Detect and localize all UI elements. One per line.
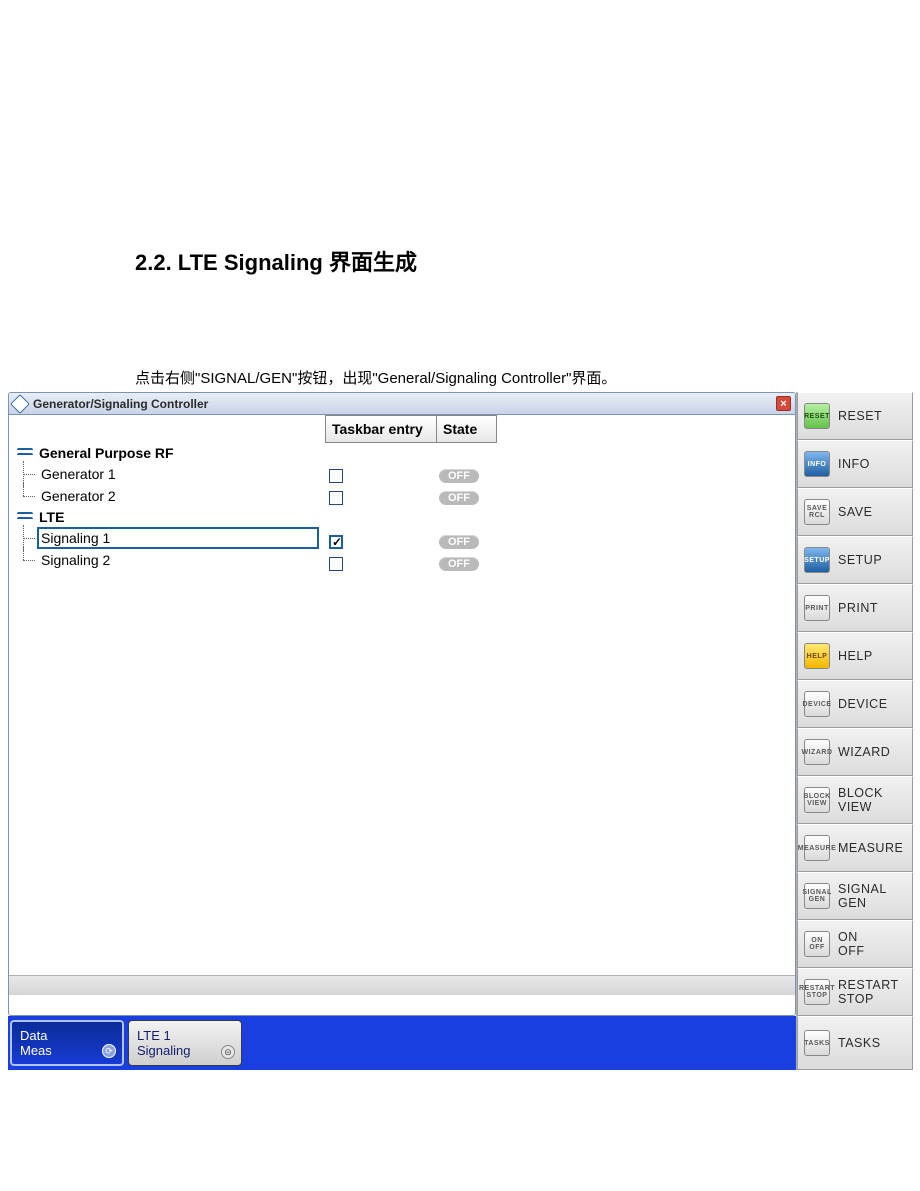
tree-item-label: Generator 1 <box>37 466 325 482</box>
softkey-label: SETUP <box>838 553 882 567</box>
tree-item-generator-2[interactable]: Generator 2 <box>9 485 325 507</box>
softkey-label: PRINT <box>838 601 878 615</box>
group-icon <box>17 447 33 459</box>
wizard-icon: WIZARD <box>804 739 830 765</box>
col-header-state: State <box>437 415 497 443</box>
softkey-label: MEASURE <box>838 841 903 855</box>
tree-group-label: General Purpose RF <box>39 445 174 461</box>
checkbox-signaling-2[interactable] <box>329 557 343 571</box>
tree-item-generator-1[interactable]: Generator 1 <box>9 463 325 485</box>
softkey-block-view-button[interactable]: BLOCK VIEW BLOCK VIEW <box>797 776 913 824</box>
state-pill-signaling-1[interactable]: OFF <box>439 535 479 549</box>
window-title: Generator/Signaling Controller <box>33 397 208 411</box>
tree-group-label: LTE <box>39 509 64 525</box>
data-row-signaling-2: OFF <box>325 553 795 575</box>
window-titlebar[interactable]: Generator/Signaling Controller × <box>9 393 795 415</box>
measure-icon: MEASURE <box>804 835 830 861</box>
data-row-spacer <box>325 509 795 531</box>
on-off-icon: ON OFF <box>804 931 830 957</box>
checkbox-generator-1[interactable] <box>329 469 343 483</box>
softkey-label: RESTART STOP <box>838 978 899 1006</box>
tree-item-label: Signaling 1 <box>37 527 319 549</box>
softkey-device-button[interactable]: DEVICE DEVICE <box>797 680 913 728</box>
softkey-label: SIGNAL GEN <box>838 882 887 910</box>
softkey-measure-button[interactable]: MEASURE MEASURE <box>797 824 913 872</box>
embedded-screenshot: Generator/Signaling Controller × General… <box>8 392 913 1070</box>
softkey-label: TASKS <box>838 1036 881 1050</box>
restart-stop-icon: RESTART STOP <box>804 979 830 1005</box>
softkey-label: WIZARD <box>838 745 890 759</box>
data-row-spacer <box>325 443 795 465</box>
task-data-meas-button[interactable]: Data Meas ⟳ <box>10 1020 124 1066</box>
softkey-label: INFO <box>838 457 870 471</box>
task-badge-icon: ⟳ <box>102 1044 116 1058</box>
device-icon: DEVICE <box>804 691 830 717</box>
softkey-tasks-button[interactable]: TASKS TASKS <box>797 1016 913 1070</box>
tree-panel: General Purpose RF Generator 1 Generator… <box>9 415 325 975</box>
state-pill-signaling-2[interactable]: OFF <box>439 557 479 571</box>
info-icon: INFO <box>804 451 830 477</box>
tree-item-label: Generator 2 <box>37 488 325 504</box>
softkey-setup-button[interactable]: SETUP SETUP <box>797 536 913 584</box>
softkey-reset-button[interactable]: RESET RESET <box>797 392 913 440</box>
softkey-print-button[interactable]: PRINT PRINT <box>797 584 913 632</box>
tree-item-signaling-2[interactable]: Signaling 2 <box>9 549 325 571</box>
setup-icon: SETUP <box>804 547 830 573</box>
tree-group-general-rf[interactable]: General Purpose RF <box>9 443 325 463</box>
tree-guide-icon <box>9 527 37 549</box>
col-header-taskbar-entry: Taskbar entry <box>325 415 437 443</box>
softkey-help-button[interactable]: HELP HELP <box>797 632 913 680</box>
tree-guide-icon <box>9 463 37 485</box>
state-pill-generator-1[interactable]: OFF <box>439 469 479 483</box>
softkey-label: SAVE <box>838 505 872 519</box>
softkey-label: HELP <box>838 649 873 663</box>
tree-item-signaling-1[interactable]: Signaling 1 <box>9 527 325 549</box>
tree-guide-icon <box>9 485 37 507</box>
softkey-save-button[interactable]: SAVE RCL SAVE <box>797 488 913 536</box>
softkey-on-off-button[interactable]: ON OFF ON OFF <box>797 920 913 968</box>
save-icon: SAVE RCL <box>804 499 830 525</box>
print-icon: PRINT <box>804 595 830 621</box>
checkbox-generator-2[interactable] <box>329 491 343 505</box>
section-heading: 2.2. LTE Signaling 界面生成 <box>135 245 920 277</box>
task-line-1: Data <box>20 1028 114 1043</box>
softkey-label: ON OFF <box>838 930 865 958</box>
softkey-column: RESET RESET INFO INFO SAVE RCL SAVE SETU… <box>796 392 913 1016</box>
state-pill-generator-2[interactable]: OFF <box>439 491 479 505</box>
softkey-restart-stop-button[interactable]: RESTART STOP RESTART STOP <box>797 968 913 1016</box>
data-row-generator-2: OFF <box>325 487 795 509</box>
softkey-label: BLOCK VIEW <box>838 786 883 814</box>
app-icon <box>10 394 30 414</box>
task-line-2: Signaling <box>137 1043 233 1058</box>
softkey-wizard-button[interactable]: WIZARD WIZARD <box>797 728 913 776</box>
signal-gen-icon: SIGNAL GEN <box>804 883 830 909</box>
task-line-1: LTE 1 <box>137 1028 233 1043</box>
softkey-info-button[interactable]: INFO INFO <box>797 440 913 488</box>
tree-group-lte[interactable]: LTE <box>9 507 325 527</box>
tree-item-label: Signaling 2 <box>37 552 325 568</box>
task-badge-icon: ⊝ <box>221 1045 235 1059</box>
softkey-label: RESET <box>838 409 882 423</box>
tree-guide-icon <box>9 549 37 571</box>
tasks-icon: TASKS <box>804 1030 830 1056</box>
reset-icon: RESET <box>804 403 830 429</box>
data-row-signaling-1: OFF <box>325 531 795 553</box>
taskbar: Data Meas ⟳ LTE 1 Signaling ⊝ <box>8 1016 796 1070</box>
checkbox-signaling-1[interactable] <box>329 535 343 549</box>
data-row-generator-1: OFF <box>325 465 795 487</box>
section-paragraph: 点击右侧"SIGNAL/GEN"按钮，出现"General/Signaling … <box>135 367 920 388</box>
softkey-label: DEVICE <box>838 697 888 711</box>
help-icon: HELP <box>804 643 830 669</box>
task-line-2: Meas <box>20 1043 114 1058</box>
close-icon[interactable]: × <box>776 396 791 411</box>
status-bar <box>9 975 795 995</box>
group-icon <box>17 511 33 523</box>
softkey-signal-gen-button[interactable]: SIGNAL GEN SIGNAL GEN <box>797 872 913 920</box>
column-header-row: Taskbar entry State <box>325 415 795 443</box>
block-view-icon: BLOCK VIEW <box>804 787 830 813</box>
task-lte1-signaling-button[interactable]: LTE 1 Signaling ⊝ <box>128 1020 242 1066</box>
